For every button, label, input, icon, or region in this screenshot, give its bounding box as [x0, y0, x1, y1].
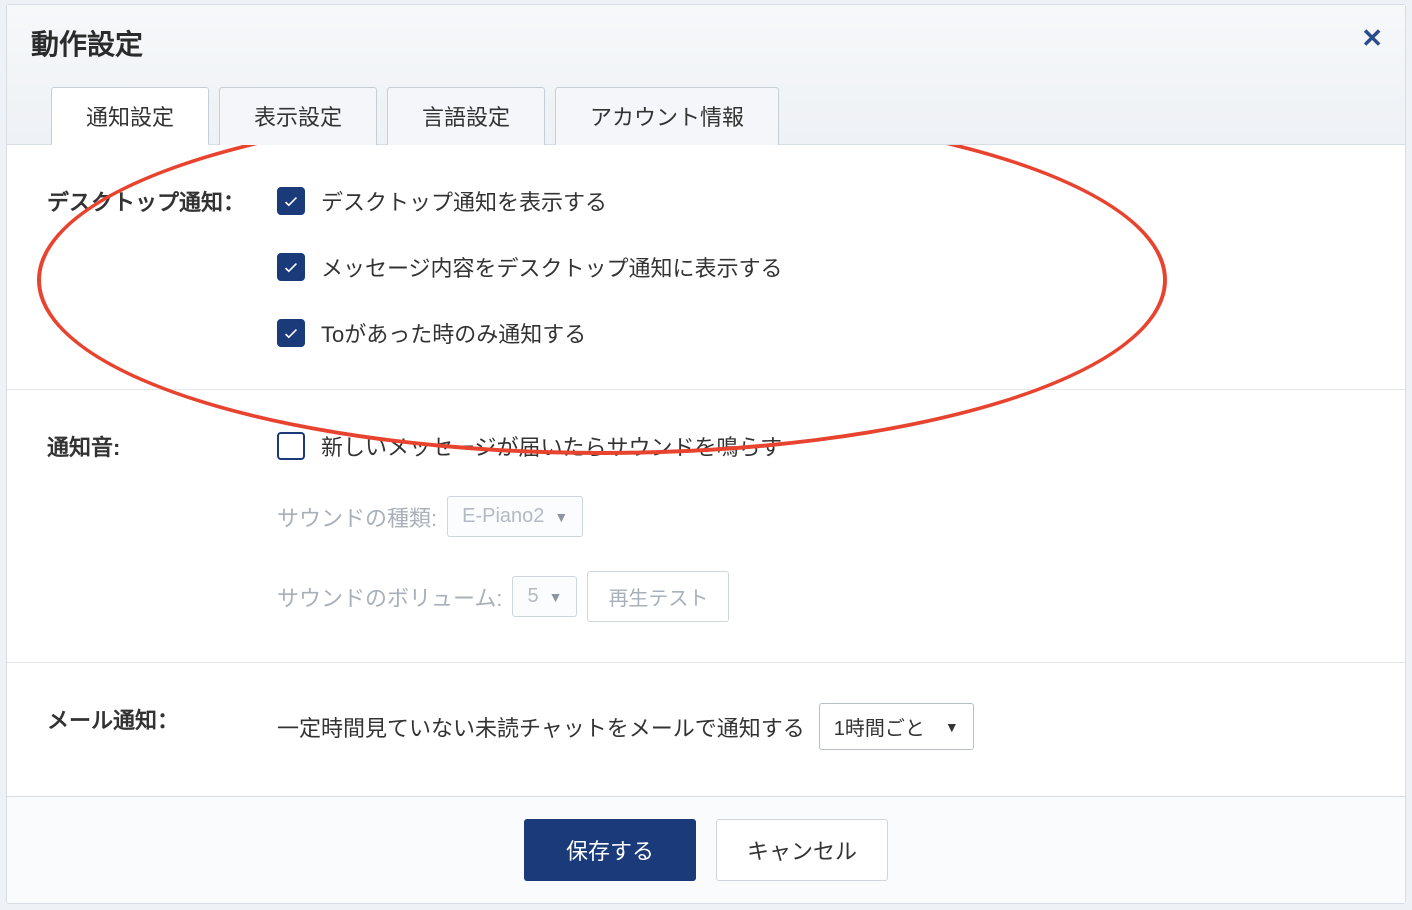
tab-notification[interactable]: 通知設定: [51, 87, 209, 145]
checkbox-label: 新しいメッセージが届いたらサウンドを鳴らす: [321, 430, 782, 462]
checkbox-icon: [277, 187, 305, 215]
tab-account[interactable]: アカウント情報: [555, 87, 779, 145]
checkbox-show-desktop-notify[interactable]: デスクトップ通知を表示する: [277, 185, 1365, 217]
section-desktop-notify: デスクトップ通知： デスクトップ通知を表示する メッセージ内容をデスクトップ通知…: [7, 145, 1405, 390]
checkbox-icon: [277, 432, 305, 460]
sound-content: 新しいメッセージが届いたらサウンドを鳴らす サウンドの種類: E-Piano2 …: [277, 430, 1365, 622]
tab-display[interactable]: 表示設定: [219, 87, 377, 145]
checkbox-show-message-content[interactable]: メッセージ内容をデスクトップ通知に表示する: [277, 251, 1365, 283]
email-text: 一定時間見ていない未読チャットをメールで通知する: [277, 711, 805, 743]
dialog-body: デスクトップ通知： デスクトップ通知を表示する メッセージ内容をデスクトップ通知…: [7, 145, 1405, 796]
select-value: 5: [527, 585, 538, 608]
dialog-header: 動作設定 ✕ 通知設定 表示設定 言語設定 アカウント情報: [7, 5, 1405, 145]
sound-test-button[interactable]: 再生テスト: [587, 571, 729, 622]
section-sound: 通知音: 新しいメッセージが届いたらサウンドを鳴らす サウンドの種類: E-Pi…: [7, 390, 1405, 663]
dialog-footer: 保存する キャンセル: [7, 796, 1405, 903]
check-icon: [282, 324, 300, 342]
close-icon: ✕: [1361, 23, 1383, 53]
desktop-notify-label: デスクトップ通知：: [47, 185, 277, 217]
email-label: メール通知：: [47, 703, 277, 735]
sound-type-label: サウンドの種類:: [277, 501, 437, 533]
sound-volume-label: サウンドのボリューム:: [277, 581, 502, 613]
checkbox-label: メッセージ内容をデスクトップ通知に表示する: [321, 251, 783, 283]
desktop-notify-content: デスクトップ通知を表示する メッセージ内容をデスクトップ通知に表示する Toがあ…: [277, 185, 1365, 349]
checkbox-label: デスクトップ通知を表示する: [321, 185, 607, 217]
email-interval-select[interactable]: 1時間ごと ▼: [819, 703, 974, 750]
checkbox-enable-sound[interactable]: 新しいメッセージが届いたらサウンドを鳴らす: [277, 430, 1365, 462]
sound-volume-select[interactable]: 5 ▼: [512, 576, 577, 617]
checkbox-label: Toがあった時のみ通知する: [321, 317, 586, 349]
section-email: メール通知： 一定時間見ていない未読チャットをメールで通知する 1時間ごと ▼: [7, 663, 1405, 790]
sound-label: 通知音:: [47, 430, 277, 462]
sound-volume-row: サウンドのボリューム: 5 ▼ 再生テスト: [277, 571, 1365, 622]
sound-type-row: サウンドの種類: E-Piano2 ▼: [277, 496, 1365, 537]
check-icon: [282, 192, 300, 210]
checkbox-icon: [277, 253, 305, 281]
select-value: E-Piano2: [462, 505, 544, 528]
save-button[interactable]: 保存する: [524, 819, 696, 881]
email-row: 一定時間見ていない未読チャットをメールで通知する 1時間ごと ▼: [277, 703, 1365, 750]
chevron-down-icon: ▼: [945, 719, 959, 735]
cancel-button[interactable]: キャンセル: [716, 819, 888, 881]
select-value: 1時間ごと: [834, 712, 925, 741]
settings-dialog: 動作設定 ✕ 通知設定 表示設定 言語設定 アカウント情報 デスクトップ通知： …: [6, 4, 1406, 904]
tabs: 通知設定 表示設定 言語設定 アカウント情報: [31, 87, 1381, 145]
chevron-down-icon: ▼: [549, 589, 563, 605]
chevron-down-icon: ▼: [554, 509, 568, 525]
checkbox-icon: [277, 319, 305, 347]
check-icon: [282, 258, 300, 276]
dialog-title: 動作設定: [31, 23, 1381, 63]
close-button[interactable]: ✕: [1361, 23, 1383, 54]
checkbox-only-to[interactable]: Toがあった時のみ通知する: [277, 317, 1365, 349]
sound-type-select[interactable]: E-Piano2 ▼: [447, 496, 583, 537]
tab-language[interactable]: 言語設定: [387, 87, 545, 145]
email-content: 一定時間見ていない未読チャットをメールで通知する 1時間ごと ▼: [277, 703, 1365, 750]
